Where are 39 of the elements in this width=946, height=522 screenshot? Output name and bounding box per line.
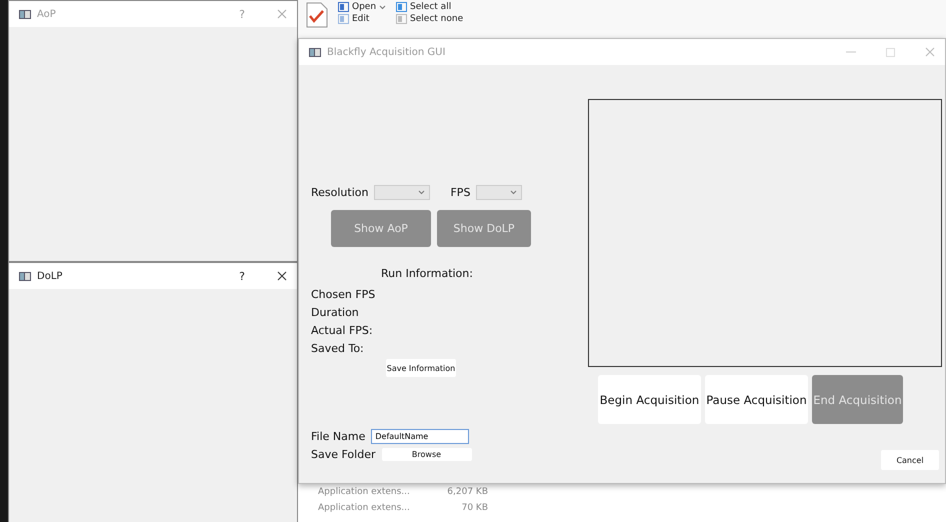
window-icon — [309, 48, 321, 56]
dropdown-field[interactable] — [374, 185, 430, 200]
info-label: Duration — [311, 306, 360, 319]
acquisition-button[interactable]: Pause Acquisition — [705, 375, 808, 424]
file-name: Application extens... — [318, 486, 410, 499]
close-icon[interactable] — [277, 271, 287, 281]
file-name-input[interactable]: DefaultName — [371, 429, 470, 444]
acquisition-button[interactable]: Begin Acquisition — [598, 375, 701, 424]
file-name: Application extens... — [318, 502, 410, 515]
file-size: 6,207 KB — [447, 486, 488, 499]
save-information-button[interactable]: Save Information — [386, 359, 456, 377]
help-button[interactable]: ? — [239, 270, 245, 282]
info-label: Chosen FPS — [311, 288, 376, 301]
field-label: File Name — [311, 430, 366, 443]
ribbon-button[interactable]: Select all — [396, 2, 464, 12]
caret-icon — [379, 4, 386, 10]
window-icon — [338, 2, 349, 12]
ribbon-button[interactable]: Select none — [396, 14, 464, 24]
dropdown-field[interactable] — [476, 185, 522, 200]
browse-button[interactable]: Browse — [382, 448, 472, 461]
ribbon-button[interactable]: Edit — [338, 14, 386, 24]
info-label: Saved To: — [311, 342, 365, 355]
field-label: Save Folder — [311, 448, 376, 461]
field-label: FPS — [450, 186, 470, 199]
window-icon — [19, 272, 31, 280]
window-icon — [19, 10, 31, 18]
section-title: Run Information: — [381, 267, 474, 280]
info-label: Actual FPS: — [311, 324, 374, 337]
minimize-icon[interactable] — [846, 51, 856, 53]
ribbon-button[interactable]: Open — [338, 2, 386, 12]
file-size: 70 KB — [462, 502, 488, 515]
caret-icon — [510, 190, 518, 195]
maximize-icon[interactable] — [886, 48, 895, 56]
field-label: Resolution — [311, 186, 368, 199]
caret-icon — [418, 190, 426, 195]
window-title: AoP — [37, 8, 57, 20]
window-title: Blackfly Acquisition GUI — [327, 46, 446, 58]
window-title: DoLP — [37, 270, 64, 282]
cancel-button[interactable]: Cancel — [881, 450, 939, 470]
